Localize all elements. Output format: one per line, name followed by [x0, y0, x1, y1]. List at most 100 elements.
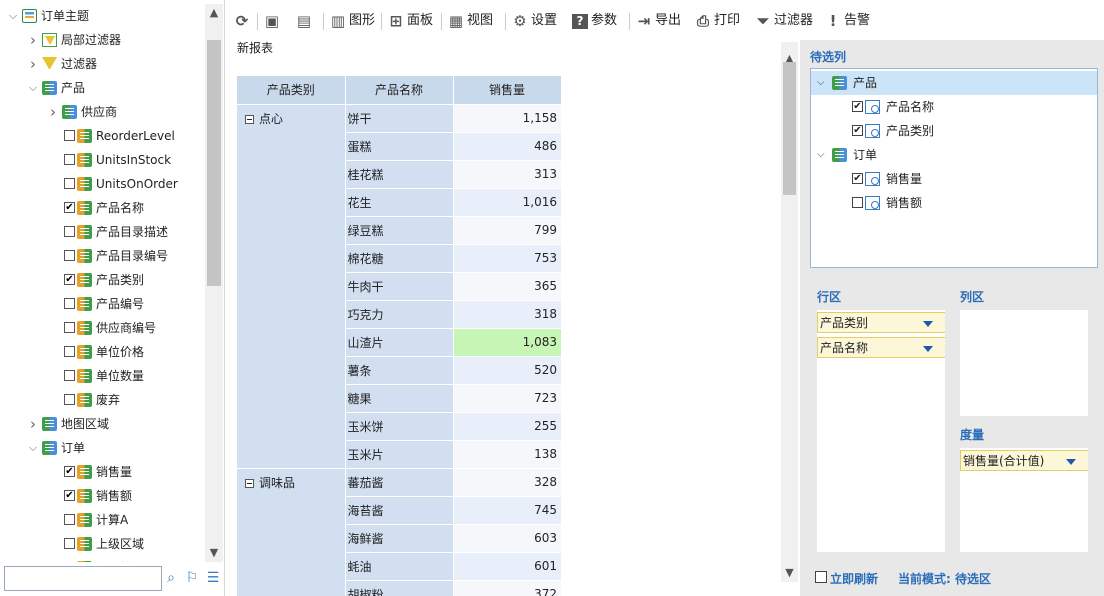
- tree-node[interactable]: 产品目录编号: [0, 244, 205, 268]
- list-view-icon[interactable]: ☰: [204, 569, 222, 587]
- candidate-field[interactable]: ✔ 产品名称: [811, 95, 1097, 119]
- tree-node[interactable]: ✔ 产品名称: [0, 196, 205, 220]
- tree-node[interactable]: › 供应商: [0, 100, 205, 124]
- tree-node[interactable]: 产品目录描述: [0, 220, 205, 244]
- tree-node-label: UnitsInStock: [96, 153, 172, 167]
- tree-search-input[interactable]: [4, 566, 162, 591]
- tree-node[interactable]: › 局部过滤器: [0, 28, 205, 52]
- field-checkbox[interactable]: [64, 370, 75, 381]
- search-icon[interactable]: ⌕: [162, 569, 180, 587]
- tree-node[interactable]: 供应商编号: [0, 316, 205, 340]
- tree-node[interactable]: ✔ 销售量: [0, 460, 205, 484]
- field-checkbox[interactable]: [64, 298, 75, 309]
- scroll-down-icon[interactable]: ▼: [781, 564, 798, 582]
- tree-node[interactable]: ⌵ 产品: [0, 76, 205, 100]
- table-icon: [42, 81, 57, 95]
- field-checkbox[interactable]: [852, 197, 863, 208]
- tree-node[interactable]: 计算A: [0, 508, 205, 532]
- tree-node[interactable]: 产品编号: [0, 292, 205, 316]
- field-checkbox[interactable]: ✔: [64, 274, 75, 285]
- tree-node[interactable]: 产品编号: [0, 556, 205, 562]
- collapse-icon[interactable]: [245, 114, 254, 124]
- column-header[interactable]: 产品名称: [345, 76, 454, 105]
- field-checkbox[interactable]: [64, 514, 75, 525]
- scroll-up-icon[interactable]: ▲: [205, 4, 223, 22]
- field-checkbox[interactable]: ✔: [852, 101, 863, 112]
- chevron-right-icon[interactable]: ›: [26, 412, 40, 436]
- zone-field-pill[interactable]: 产品类别: [817, 312, 945, 333]
- field-checkbox[interactable]: ✔: [64, 466, 75, 477]
- zone-field-pill[interactable]: 产品名称: [817, 337, 945, 358]
- chevron-right-icon[interactable]: ›: [46, 100, 60, 124]
- report-designer: ⌵ 订单主题 › 局部过滤器 › 过滤器 ⌵ 产品 › 供应商 ReorderLevel UnitsI…: [0, 0, 1104, 596]
- chevron-down-icon[interactable]: ⌵: [817, 143, 829, 167]
- measure-zone[interactable]: 销售量(合计值): [960, 448, 1088, 552]
- scroll-down-icon[interactable]: ▼: [205, 544, 223, 562]
- chevron-down-icon[interactable]: ⌵: [26, 76, 40, 100]
- field-checkbox[interactable]: [64, 130, 75, 141]
- report-scrollbar[interactable]: ▲ ▼: [781, 42, 798, 582]
- product-name-cell: 蕃茄酱: [345, 468, 454, 497]
- field-checkbox[interactable]: [64, 154, 75, 165]
- tree-node[interactable]: ⌵ 订单主题: [0, 4, 205, 28]
- field-checkbox[interactable]: [64, 250, 75, 261]
- tree-node[interactable]: ✔ 产品类别: [0, 268, 205, 292]
- field-checkbox[interactable]: [64, 394, 75, 405]
- category-cell[interactable]: 点心: [237, 104, 346, 469]
- tree-node[interactable]: › 过滤器: [0, 52, 205, 76]
- field-checkbox[interactable]: [64, 226, 75, 237]
- hierarchy-icon[interactable]: ⚐: [183, 569, 201, 587]
- auto-refresh-label[interactable]: 立即刷新: [830, 570, 878, 587]
- tree-node-label: 废弃: [96, 393, 121, 407]
- alert-icon: !: [829, 12, 837, 30]
- tree-node[interactable]: ✔ 销售额: [0, 484, 205, 508]
- tree-node[interactable]: ReorderLevel: [0, 124, 205, 148]
- column-zone[interactable]: [960, 310, 1088, 416]
- tree-scrollbar[interactable]: ▲ ▼: [205, 4, 223, 562]
- product-name-cell: 蚝油: [345, 552, 454, 581]
- candidate-field[interactable]: ✔ 产品类别: [811, 119, 1097, 143]
- candidate-label: 订单: [853, 148, 878, 162]
- field-checkbox[interactable]: [64, 346, 75, 357]
- field-checkbox[interactable]: [64, 322, 75, 333]
- tree-node[interactable]: 上级区域: [0, 532, 205, 556]
- tree-node[interactable]: 单位数量: [0, 364, 205, 388]
- chevron-right-icon[interactable]: ›: [26, 52, 40, 76]
- field-checkbox[interactable]: ✔: [852, 125, 863, 136]
- dropdown-arrow-icon[interactable]: [923, 346, 933, 352]
- field-checkbox[interactable]: [64, 178, 75, 189]
- help-icon: ?: [572, 14, 588, 29]
- field-checkbox[interactable]: [64, 538, 75, 549]
- chevron-down-icon[interactable]: ⌵: [817, 71, 829, 95]
- column-header[interactable]: 产品类别: [237, 76, 346, 105]
- candidate-group[interactable]: ⌵ 产品: [811, 71, 1097, 95]
- tree-node[interactable]: UnitsOnOrder: [0, 172, 205, 196]
- tree-node-label: 销售额: [96, 489, 133, 503]
- tree-node[interactable]: ⌵ 订单: [0, 436, 205, 460]
- candidate-group[interactable]: ⌵ 订单: [811, 143, 1097, 167]
- zone-field-pill[interactable]: 销售量(合计值): [960, 450, 1088, 471]
- collapse-icon[interactable]: [245, 478, 254, 488]
- dropdown-arrow-icon[interactable]: [1066, 459, 1076, 465]
- auto-refresh-checkbox[interactable]: [815, 571, 827, 583]
- field-checkbox[interactable]: ✔: [64, 490, 75, 501]
- chevron-down-icon[interactable]: ⌵: [26, 436, 40, 460]
- chevron-down-icon[interactable]: ⌵: [6, 4, 20, 28]
- field-checkbox[interactable]: ✔: [64, 202, 75, 213]
- candidate-field[interactable]: 销售额: [811, 191, 1097, 215]
- dropdown-arrow-icon[interactable]: [923, 321, 933, 327]
- tree-node-label: 上级区域: [96, 537, 145, 551]
- category-cell[interactable]: 调味品: [237, 468, 346, 596]
- field-checkbox[interactable]: ✔: [852, 173, 863, 184]
- scroll-thumb[interactable]: [783, 62, 796, 195]
- tree-node[interactable]: 废弃: [0, 388, 205, 412]
- row-zone[interactable]: 产品类别 产品名称: [817, 310, 945, 552]
- tree-node[interactable]: › 地图区域: [0, 412, 205, 436]
- scroll-thumb[interactable]: [207, 40, 221, 286]
- tree-node[interactable]: 单位价格: [0, 340, 205, 364]
- toolbar-label: 面板: [407, 13, 434, 28]
- tree-node[interactable]: UnitsInStock: [0, 148, 205, 172]
- column-header[interactable]: 销售量: [453, 76, 562, 105]
- candidate-field[interactable]: ✔ 销售量: [811, 167, 1097, 191]
- chevron-right-icon[interactable]: ›: [26, 28, 40, 52]
